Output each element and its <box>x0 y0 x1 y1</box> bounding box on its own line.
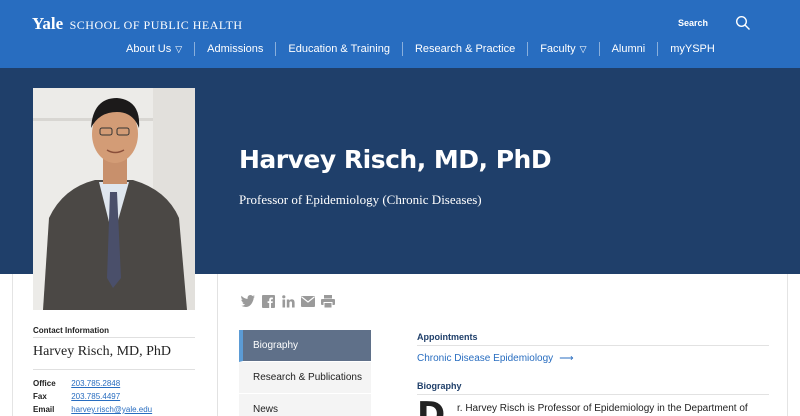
nav-education-training[interactable]: Education & Training <box>276 40 402 58</box>
chevron-down-icon: ▽ <box>175 43 183 54</box>
profile-title: Professor of Epidemiology (Chronic Disea… <box>239 192 482 207</box>
logo-yale-text: Yale <box>32 14 64 33</box>
divider <box>33 337 195 338</box>
ysph-logo[interactable]: Yale SCHOOL OF PUBLIC HEALTH <box>32 14 243 34</box>
nav-label: Research & Practice <box>414 43 516 55</box>
contact-fax-row: Fax 203.785.4497 <box>33 392 120 401</box>
search-label[interactable]: Search <box>678 18 708 28</box>
print-icon[interactable] <box>321 294 335 308</box>
nav-label: myYSPH <box>670 43 715 55</box>
contact-label: Fax <box>33 392 47 401</box>
linkedin-icon[interactable] <box>281 294 295 308</box>
side-menu-research-publications[interactable]: Research & Publications <box>239 362 371 394</box>
search-icon[interactable] <box>735 15 751 31</box>
biography-heading: Biography <box>417 381 462 391</box>
appointment-link[interactable]: Chronic Disease Epidemiology ⟶ <box>417 353 574 364</box>
divider <box>33 369 195 370</box>
email-link[interactable]: harvey.risch@yale.edu <box>71 405 152 414</box>
divider <box>417 394 769 395</box>
email-icon[interactable] <box>301 294 315 308</box>
share-toolbar <box>241 294 335 308</box>
side-menu-biography[interactable]: Biography <box>239 330 371 362</box>
nav-alumni[interactable]: Alumni <box>600 40 658 58</box>
nav-label: Education & Training <box>288 43 390 55</box>
contact-label: Email <box>33 405 55 414</box>
arrow-right-icon: ⟶ <box>559 353 574 364</box>
appointments-heading: Appointments <box>417 332 478 342</box>
nav-label: Admissions <box>207 43 264 55</box>
office-phone-link[interactable]: 203.785.2848 <box>71 379 120 388</box>
portrait-illustration <box>33 88 195 310</box>
appointment-link-label: Chronic Disease Epidemiology <box>417 353 554 364</box>
nav-label: Faculty <box>540 43 576 55</box>
divider <box>417 345 769 346</box>
main-nav: About Us ▽ Admissions Education & Traini… <box>114 40 727 58</box>
facebook-icon[interactable] <box>261 294 275 308</box>
nav-label: Alumni <box>611 43 646 55</box>
contact-name: Harvey Risch, MD, PhD <box>33 344 172 359</box>
column-divider <box>217 274 218 416</box>
nav-about-us[interactable]: About Us ▽ <box>114 40 194 58</box>
contact-email-row: Email harvey.risch@yale.edu <box>33 405 152 414</box>
bio-dropcap: D <box>417 395 446 416</box>
contact-info-heading: Contact Information <box>33 326 109 335</box>
nav-myysph[interactable]: myYSPH <box>658 40 727 58</box>
nav-label: About Us <box>126 43 172 55</box>
profile-side-menu: Biography Research & Publications News <box>239 330 371 416</box>
contact-office-row: Office 203.785.2848 <box>33 379 120 388</box>
logo-school-text: SCHOOL OF PUBLIC HEALTH <box>69 18 243 32</box>
bio-paragraph: r. Harvey Risch is Professor of Epidemio… <box>457 403 748 414</box>
fax-number-link[interactable]: 203.785.4497 <box>71 392 120 401</box>
chevron-down-icon: ▽ <box>579 43 587 54</box>
profile-name-heading: Harvey Risch, MD, PhD <box>239 145 552 174</box>
contact-label: Office <box>33 379 56 388</box>
side-menu-news[interactable]: News <box>239 394 371 416</box>
top-navigation-bar: Yale SCHOOL OF PUBLIC HEALTH Search Abou… <box>0 0 800 68</box>
nav-admissions[interactable]: Admissions <box>195 40 275 58</box>
profile-photo <box>33 88 195 310</box>
nav-research-practice[interactable]: Research & Practice <box>403 40 527 58</box>
twitter-icon[interactable] <box>241 294 255 308</box>
nav-faculty[interactable]: Faculty ▽ <box>528 40 598 58</box>
